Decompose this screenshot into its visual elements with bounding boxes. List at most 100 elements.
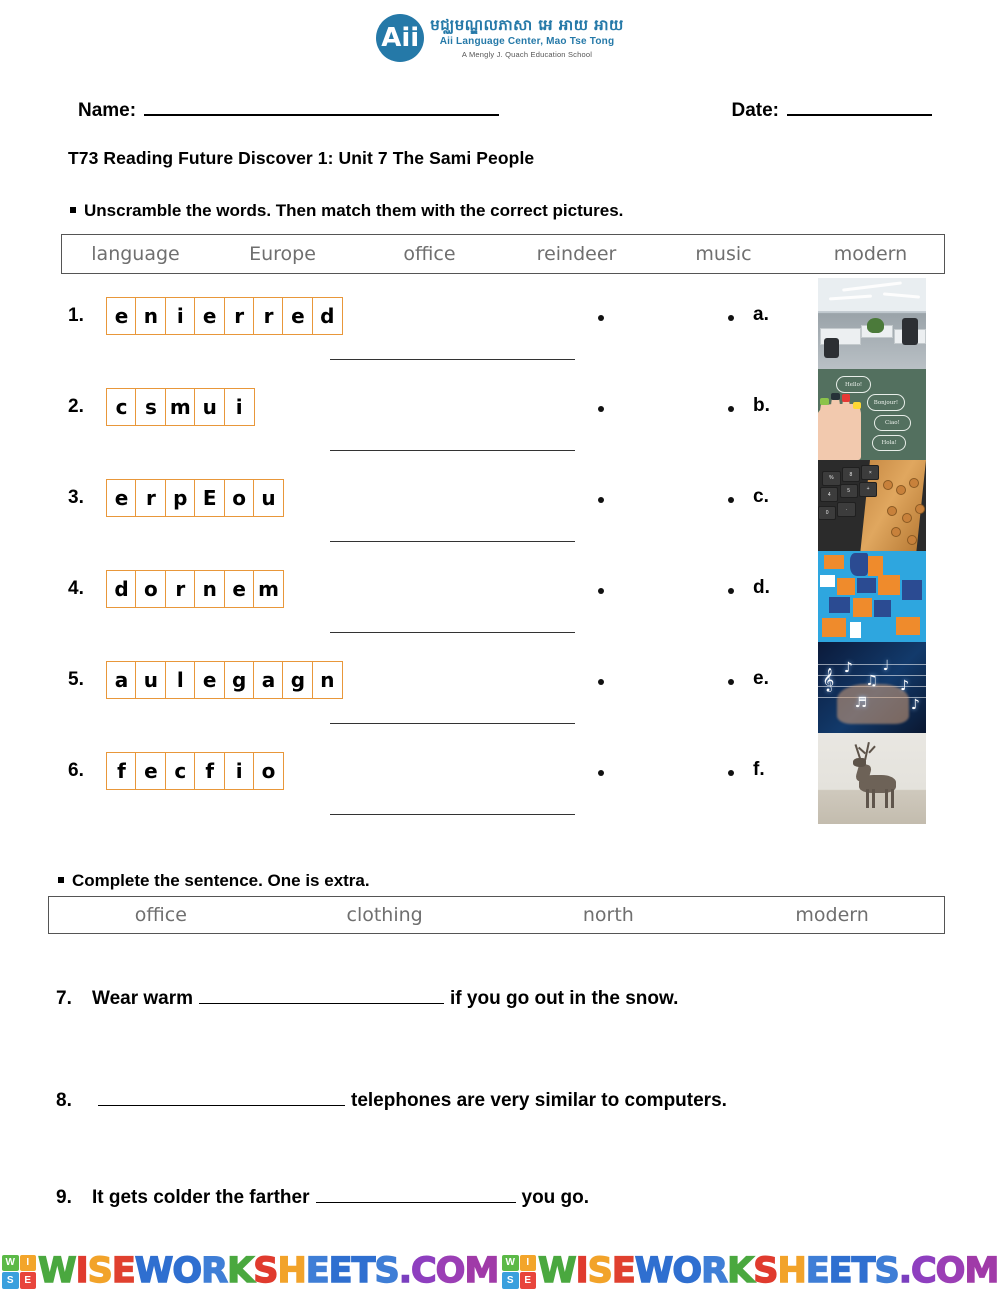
answer-blank[interactable] bbox=[330, 450, 575, 451]
sentence-text-after: telephones are very similar to computers… bbox=[351, 1090, 727, 1111]
option-letter: f. bbox=[753, 759, 765, 780]
answer-blank[interactable] bbox=[330, 632, 575, 633]
letter-tile: s bbox=[135, 388, 167, 426]
language-chalkboard-photo: Hello! Bonjour! Ciao! Hola! bbox=[818, 369, 926, 460]
answer-blank[interactable] bbox=[330, 359, 575, 360]
name-label: Name: bbox=[78, 100, 137, 121]
watermark-letter: . bbox=[898, 1251, 913, 1291]
footer-watermark: W I S E WISEWORKSHEETS.COM W I S E WISEW… bbox=[0, 1251, 1000, 1291]
office-interior-photo bbox=[818, 278, 926, 369]
letter-tile: a bbox=[106, 661, 137, 699]
match-dot-right[interactable] bbox=[728, 770, 734, 776]
item-number: 9. bbox=[56, 1187, 72, 1208]
watermark-letter: O bbox=[935, 1251, 966, 1291]
letter-tile: r bbox=[253, 297, 285, 335]
wordbank-word: office bbox=[403, 243, 456, 265]
watermark-letter: S bbox=[253, 1251, 280, 1291]
sentence-blank[interactable] bbox=[199, 1003, 445, 1004]
square-bullet-icon bbox=[70, 207, 76, 213]
logo-center-name: Aii Language Center, Mao Tse Tong bbox=[439, 35, 615, 47]
match-dot-left[interactable] bbox=[598, 497, 604, 503]
watermark-letter: S bbox=[874, 1251, 901, 1291]
letter-tile: u bbox=[135, 661, 167, 699]
option-letter: a. bbox=[753, 304, 769, 325]
sentence-text-before: It gets colder the farther bbox=[92, 1187, 310, 1208]
option-letter: b. bbox=[753, 395, 770, 416]
match-dot-left[interactable] bbox=[598, 406, 604, 412]
letter-tile: u bbox=[194, 388, 226, 426]
match-dot-left[interactable] bbox=[598, 679, 604, 685]
watermark-letter: K bbox=[226, 1251, 255, 1291]
wise-tile-i: I bbox=[19, 1254, 36, 1271]
wise-tile-w: W bbox=[502, 1254, 519, 1271]
match-dot-right[interactable] bbox=[728, 679, 734, 685]
match-dot-left[interactable] bbox=[598, 588, 604, 594]
date-label: Date: bbox=[731, 100, 779, 121]
watermark-letter: E bbox=[111, 1251, 136, 1291]
page-title: T73 Reading Future Discover 1: Unit 7 Th… bbox=[68, 148, 535, 168]
sentence-blank[interactable] bbox=[98, 1105, 345, 1106]
letter-tiles: f e c f i o bbox=[106, 752, 285, 790]
watermark-letter: O bbox=[172, 1251, 203, 1291]
letter-tile: i bbox=[223, 388, 255, 426]
answer-blank[interactable] bbox=[330, 814, 575, 815]
date-input-line[interactable] bbox=[787, 114, 932, 116]
wise-tile-e: E bbox=[519, 1272, 536, 1289]
watermark-letter: I bbox=[575, 1251, 589, 1291]
watermark-letter: T bbox=[851, 1251, 876, 1291]
item-number: 6. bbox=[68, 760, 84, 781]
wise-logo-icon: W I S E bbox=[502, 1254, 536, 1289]
sentence-item: 7. Wear warm if you go out in the snow. bbox=[56, 988, 678, 1010]
answer-blank[interactable] bbox=[330, 541, 575, 542]
name-input-line[interactable] bbox=[144, 114, 500, 116]
letter-tiles: a u l e g a g n bbox=[106, 661, 343, 699]
sentence-item: 9. It gets colder the farther you go. bbox=[56, 1187, 589, 1209]
watermark-letter: K bbox=[726, 1251, 755, 1291]
wordbank-word: music bbox=[695, 243, 752, 265]
school-logo: Aii មជ្ឈមណ្ឌលភាសា អេ អាយ អាយ Aii Languag… bbox=[0, 14, 1000, 62]
instruction-text: Complete the sentence. One is extra. bbox=[72, 871, 370, 890]
wise-tile-w: W bbox=[2, 1254, 19, 1271]
letter-tiles: e n i e r r e d bbox=[106, 297, 343, 335]
wise-tile-s: S bbox=[2, 1272, 19, 1289]
match-dot-left[interactable] bbox=[598, 315, 604, 321]
match-dot-right[interactable] bbox=[728, 406, 734, 412]
sentence-text-after: you go. bbox=[521, 1187, 590, 1208]
letter-tile: r bbox=[135, 479, 167, 517]
item-number: 1. bbox=[68, 305, 84, 326]
match-dot-right[interactable] bbox=[728, 315, 734, 321]
letter-tile: o bbox=[223, 479, 255, 517]
option-letter: e. bbox=[753, 668, 769, 689]
watermark-letter: W bbox=[37, 1251, 77, 1291]
sentence-blank[interactable] bbox=[315, 1202, 516, 1203]
match-dot-right[interactable] bbox=[728, 497, 734, 503]
letter-tile: r bbox=[223, 297, 255, 335]
letter-tile: e bbox=[282, 297, 314, 335]
sentence-text-before: Wear warm bbox=[92, 988, 194, 1009]
letter-tile: e bbox=[106, 479, 137, 517]
letter-tile: e bbox=[194, 297, 226, 335]
wordbank-word: north bbox=[582, 904, 634, 926]
item-number: 2. bbox=[68, 396, 84, 417]
watermark-letter: W bbox=[537, 1251, 577, 1291]
watermark-letter: H bbox=[777, 1251, 808, 1291]
watermark-letter: E bbox=[305, 1251, 330, 1291]
answer-blank[interactable] bbox=[330, 723, 575, 724]
item-number: 7. bbox=[56, 988, 72, 1009]
sentence-text-after: if you go out in the snow. bbox=[450, 988, 679, 1009]
letter-tile: r bbox=[164, 570, 196, 608]
option-letter: d. bbox=[753, 577, 770, 598]
watermark-letter: W bbox=[134, 1251, 174, 1291]
watermark-letter: S bbox=[87, 1251, 114, 1291]
letter-tiles: c s m u i bbox=[106, 388, 255, 426]
letter-tile: d bbox=[106, 570, 137, 608]
letter-tile: i bbox=[164, 297, 196, 335]
match-dot-right[interactable] bbox=[728, 588, 734, 594]
watermark-letter: R bbox=[700, 1251, 728, 1291]
match-dot-left[interactable] bbox=[598, 770, 604, 776]
watermark-letter: M bbox=[464, 1251, 500, 1291]
letter-tile: p bbox=[164, 479, 196, 517]
letter-tile: e bbox=[194, 661, 226, 699]
watermark-wordmark: WISEWORKSHEETS.COM bbox=[537, 1251, 1000, 1291]
letter-tile: o bbox=[135, 570, 167, 608]
